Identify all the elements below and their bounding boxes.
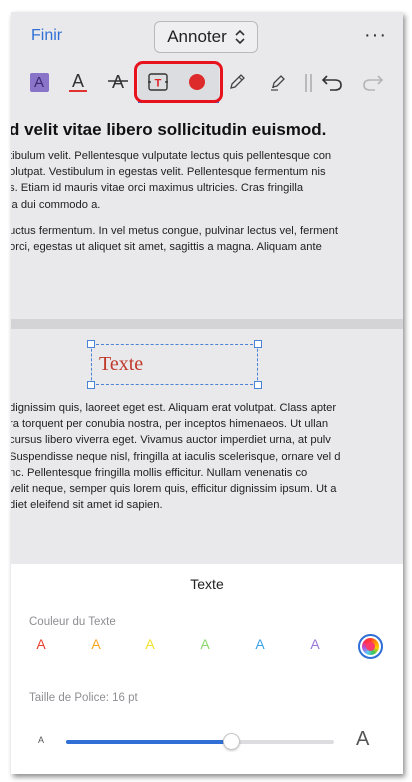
text-color-label: Couleur du Texte [29,616,116,628]
mode-select-label: Annoter [167,27,227,46]
color-swatch-blue[interactable]: A [245,636,275,660]
marker-icon [271,75,285,91]
font-size-label: Taille de Police: 16 pt [29,692,138,704]
document-paragraph: dignissim quis, laoreet eget est. Aliqua… [11,402,341,512]
text-annotation-box[interactable]: Texte [87,340,262,389]
resize-handle[interactable] [254,381,262,389]
color-swatch-green[interactable]: A [190,636,220,660]
chevron-up-down-icon [235,29,245,45]
svg-text:A: A [112,72,124,92]
resize-handle[interactable] [87,381,95,389]
document-view[interactable]: d velit vitae libero sollicitudin euismo… [11,104,403,564]
slider-fill [66,740,232,744]
page-separator [11,319,403,329]
underline-icon: A [69,71,87,92]
more-options-button[interactable]: ··· [364,24,387,47]
redo-button[interactable] [357,66,389,98]
svg-text:A: A [72,71,84,91]
pencil-tool[interactable] [221,66,253,98]
highlight-tool[interactable]: A [23,66,55,98]
document-heading: d velit vitae libero sollicitudin euismo… [11,120,327,139]
color-swatch-red[interactable]: A [26,636,56,660]
text-annotation-content[interactable]: Texte [99,353,143,376]
font-size-slider[interactable] [66,733,334,750]
custom-color-picker[interactable] [358,634,383,659]
top-bar: Finir Annoter ··· [11,12,403,60]
resize-handle[interactable] [87,340,95,348]
annotation-highlight-ring [134,61,223,103]
undo-button[interactable] [316,66,348,98]
redo-icon [363,75,384,91]
document-paragraph: tibulum velit. Pellentesque vulputate le… [11,150,332,211]
app-window: Finir Annoter ··· A A A T d velit vitae … [11,12,403,774]
resize-handle[interactable] [254,340,262,348]
toolbar-separator [305,74,307,92]
color-swatch-orange[interactable]: A [81,636,111,660]
color-wheel-icon [362,638,379,655]
pencil-icon [230,74,245,89]
small-size-glyph: A [38,735,45,745]
strikethrough-tool[interactable]: A [102,66,134,98]
strikethrough-icon: A [108,72,128,92]
annotation-toolbar: A A A T [11,60,403,104]
underline-tool[interactable]: A [62,66,94,98]
highlight-icon: A [29,72,49,92]
finish-button[interactable]: Finir [31,27,62,45]
large-size-glyph: A [356,728,370,750]
toolbar-separator [310,74,312,92]
document-paragraph: uctus fermentum. In vel metus congue, pu… [11,225,338,254]
slider-thumb[interactable] [223,733,240,750]
mode-select[interactable]: Annoter [154,21,258,53]
marker-tool[interactable] [262,66,294,98]
undo-icon [321,75,342,91]
color-swatch-purple[interactable]: A [300,636,330,660]
color-swatch-yellow[interactable]: A [135,636,165,660]
panel-title: Texte [190,576,224,592]
text-properties-panel: Texte Couleur du Texte A A A A A A Taill… [11,564,403,774]
